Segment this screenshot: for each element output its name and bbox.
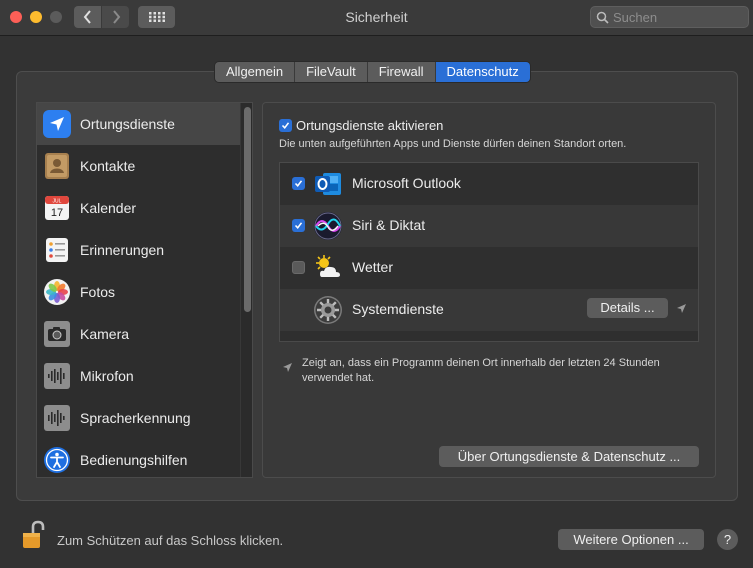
- scrollbar-thumb[interactable]: [244, 107, 251, 312]
- location-services-description: Die unten aufgeführten Apps und Dienste …: [279, 138, 627, 150]
- sidebar-item-kamera[interactable]: Kamera: [37, 313, 240, 355]
- svg-text:17: 17: [51, 207, 63, 219]
- sidebar-item-fotos[interactable]: Fotos: [37, 271, 240, 313]
- search-icon: [596, 11, 609, 24]
- tab-filevault[interactable]: FileVault: [295, 62, 368, 82]
- location-indicator-arrow-icon: [283, 363, 292, 372]
- location-arrow-icon: [42, 109, 72, 139]
- app-row-siri-diktat[interactable]: Siri & Diktat: [280, 205, 698, 247]
- checkmark-icon: [281, 122, 290, 130]
- more-options-button[interactable]: Weitere Optionen ...: [558, 529, 704, 550]
- help-button[interactable]: ?: [717, 529, 738, 550]
- speech-recognition-icon: [42, 403, 72, 433]
- outlook-icon: [312, 168, 344, 200]
- system-services-details-button[interactable]: Details ...: [587, 298, 668, 318]
- svg-text:JUL: JUL: [53, 199, 62, 205]
- tab-datenschutz[interactable]: Datenschutz: [435, 62, 530, 82]
- camera-icon: [42, 319, 72, 349]
- sidebar-item-spracherkennung[interactable]: Spracherkennung: [37, 397, 240, 439]
- search-field[interactable]: [590, 6, 749, 28]
- tab-bar: Allgemein FileVault Firewall Datenschutz: [214, 61, 531, 83]
- sidebar-scrollbar[interactable]: [240, 103, 252, 477]
- app-label: Wetter: [352, 259, 393, 275]
- app-row-systemdienste[interactable]: Systemdienste Details ...: [280, 289, 698, 331]
- tab-allgemein[interactable]: Allgemein: [215, 62, 296, 82]
- accessibility-icon: [42, 445, 72, 475]
- app-label: Microsoft Outlook: [352, 175, 461, 191]
- checkmark-icon: [294, 180, 303, 188]
- system-services-gear-icon: [312, 294, 344, 326]
- reminders-icon: [42, 235, 72, 265]
- sidebar-item-label: Bedienungshilfen: [80, 452, 188, 468]
- app-row-wetter[interactable]: Wetter: [280, 247, 698, 289]
- sidebar-item-label: Ortungsdienste: [80, 116, 175, 132]
- tab-firewall[interactable]: Firewall: [367, 62, 436, 82]
- app-list[interactable]: Microsoft Outlook Siri & Diktat Wetter S…: [279, 162, 699, 342]
- app-label: Systemdienste: [352, 301, 444, 317]
- sidebar-item-bedienungshilfen[interactable]: Bedienungshilfen: [37, 439, 240, 477]
- sidebar-item-label: Kontakte: [80, 158, 136, 174]
- location-indicator-arrow-icon: [677, 304, 686, 313]
- app-checkbox-siri[interactable]: [292, 219, 305, 232]
- sidebar-item-erinnerungen[interactable]: Erinnerungen: [37, 229, 240, 271]
- siri-icon: [312, 210, 344, 242]
- search-input[interactable]: [613, 9, 743, 25]
- app-checkbox-wetter[interactable]: [292, 261, 305, 274]
- enable-location-services-checkbox[interactable]: [279, 119, 292, 132]
- microphone-icon: [42, 361, 72, 391]
- weather-icon: [312, 252, 344, 284]
- sidebar-item-kalender[interactable]: JUL 17 Kalender: [37, 187, 240, 229]
- about-location-services-button[interactable]: Über Ortungsdienste & Datenschutz ...: [439, 446, 699, 467]
- photos-icon: [42, 277, 72, 307]
- lock-icon[interactable]: [21, 520, 45, 555]
- location-indicator-note: Zeigt an, dass ein Programm deinen Ort i…: [302, 357, 660, 384]
- calendar-icon: JUL 17: [42, 193, 72, 223]
- lock-instruction-text: Zum Schützen auf das Schloss klicken.: [57, 533, 284, 548]
- sidebar-item-kontakte[interactable]: Kontakte: [37, 145, 240, 187]
- titlebar: Sicherheit: [0, 0, 753, 36]
- sidebar-item-label: Fotos: [80, 284, 116, 300]
- sidebar-item-label: Erinnerungen: [80, 242, 165, 258]
- privacy-category-list[interactable]: Ortungsdienste Kontakte JUL 17 Kalender E…: [36, 102, 253, 478]
- enable-location-services-label[interactable]: Ortungsdienste aktivieren: [296, 118, 443, 133]
- sidebar-item-ortungsdienste[interactable]: Ortungsdienste: [37, 103, 240, 145]
- sidebar-item-label: Mikrofon: [80, 368, 134, 384]
- sidebar-item-label: Spracherkennung: [80, 410, 191, 426]
- sidebar-item-mikrofon[interactable]: Mikrofon: [37, 355, 240, 397]
- app-checkbox-outlook[interactable]: [292, 177, 305, 190]
- app-row-microsoft-outlook[interactable]: Microsoft Outlook: [280, 163, 698, 205]
- contacts-icon: [42, 151, 72, 181]
- app-label: Siri & Diktat: [352, 217, 426, 233]
- sidebar-item-label: Kamera: [80, 326, 130, 342]
- checkmark-icon: [294, 222, 303, 230]
- sidebar-item-label: Kalender: [80, 200, 137, 216]
